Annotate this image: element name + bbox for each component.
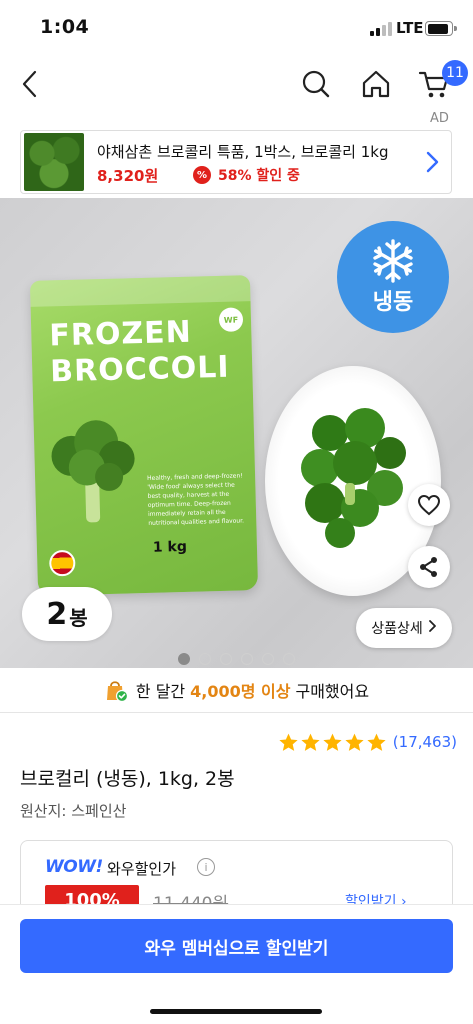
wow-membership-discount-button[interactable]: 와우 멤버십으로 할인받기 (20, 919, 453, 973)
star-icon (367, 733, 386, 751)
snowflake-icon (373, 239, 413, 283)
signal-icon (370, 22, 392, 36)
package-text: Healthy, fresh and deep-frozen! 'Wide fo… (147, 472, 245, 527)
product-package-image: FROZEN BROCCOLI WF Healthy, fresh and de… (29, 275, 259, 596)
spain-flag-icon (48, 549, 76, 577)
carousel-dot (262, 653, 274, 665)
frozen-badge: 냉동 (337, 221, 449, 333)
wishlist-button[interactable] (408, 484, 450, 526)
star-icon (345, 733, 364, 751)
frozen-label: 냉동 (372, 290, 414, 315)
network-label: LTE (396, 19, 424, 37)
product-title: 브로컬리 (냉동), 1kg, 2봉 (20, 768, 235, 790)
home-indicator (150, 1009, 322, 1014)
star-icon (279, 733, 298, 751)
quantity-number: 2 (46, 596, 68, 632)
chevron-right-icon (428, 620, 437, 636)
share-icon (420, 557, 437, 577)
purchase-prefix: 한 달간 (135, 682, 186, 701)
status-time: 1:04 (40, 16, 90, 38)
star-icon (323, 733, 342, 751)
status-bar: 1:04 LTE (0, 0, 473, 56)
wow-logo: WOW! (45, 857, 103, 877)
battery-icon (425, 21, 457, 36)
heart-icon (417, 494, 441, 516)
rating-stars (278, 732, 387, 753)
carousel-dot (199, 653, 211, 665)
search-icon[interactable] (296, 64, 336, 104)
product-detail-button[interactable]: 상품상세 (356, 608, 452, 648)
cooked-broccoli-image (301, 408, 406, 548)
top-nav (0, 56, 473, 112)
review-count[interactable]: (17,463) (393, 733, 457, 751)
home-icon[interactable] (356, 64, 396, 104)
discount-icon: % (193, 166, 211, 184)
brand-logo: WF (218, 307, 244, 332)
carousel-indicator (0, 653, 473, 665)
share-button[interactable] (408, 546, 450, 588)
ad-discount: 58% 할인 중 (218, 168, 300, 184)
quantity-unit: 봉 (69, 605, 88, 630)
carousel-dot (220, 653, 232, 665)
cart-count-badge: 11 (442, 60, 468, 86)
package-weight: 1 kg (152, 538, 188, 556)
product-image-carousel[interactable]: FROZEN BROCCOLI WF Healthy, fresh and de… (0, 198, 473, 668)
shopping-bag-check-icon (104, 678, 128, 703)
ad-label: AD (430, 111, 449, 126)
purchase-count: 4,000명 이상 (190, 682, 291, 701)
purchase-info: 한 달간 4,000명 이상 구매했어요 (0, 676, 473, 704)
rating-row[interactable]: (17,463) (278, 730, 457, 754)
info-icon[interactable]: i (197, 858, 215, 876)
product-origin: 원산지: 스페인산 (20, 802, 127, 820)
purchase-suffix: 구매했어요 (295, 682, 370, 701)
chevron-right-icon (421, 151, 443, 173)
carousel-dot (241, 653, 253, 665)
package-title: FROZEN BROCCOLI (48, 314, 230, 390)
ad-title: 야채삼촌 브로콜리 특품, 1박스, 브로콜리 1kg (97, 143, 389, 161)
ad-thumbnail (24, 133, 84, 191)
product-detail-label: 상품상세 (371, 621, 423, 637)
carousel-dot (178, 653, 190, 665)
bottom-action-bar: 와우 멤버십으로 할인받기 (0, 904, 473, 1024)
carousel-dot (283, 653, 295, 665)
wow-label: 와우할인가 (107, 860, 177, 878)
star-icon (301, 733, 320, 751)
ad-banner[interactable]: 야채삼촌 브로콜리 특품, 1박스, 브로콜리 1kg 8,320원 % 58%… (20, 130, 452, 194)
quantity-badge: 2 봉 (22, 587, 112, 641)
broccoli-illustration (51, 420, 135, 523)
ad-price: 8,320원 (97, 167, 159, 185)
back-arrow-icon[interactable] (10, 64, 50, 104)
divider (0, 712, 473, 713)
